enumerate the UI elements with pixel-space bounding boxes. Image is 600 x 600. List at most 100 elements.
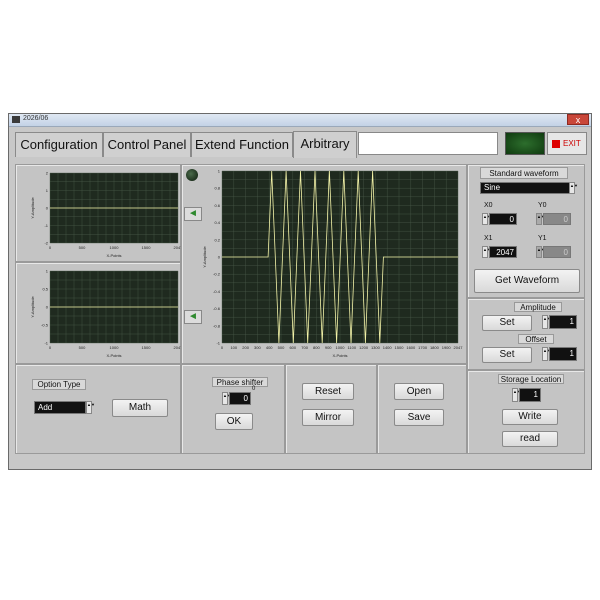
y-tick-label: -0.8 — [213, 323, 221, 328]
x-tick-label: 1100 — [347, 345, 356, 350]
standard-waveform-label: Standard waveform — [480, 167, 568, 179]
y-tick-label: 0 — [46, 305, 49, 310]
option-type-label: Option Type — [32, 379, 86, 390]
x-tick-label: 2047 — [454, 345, 464, 350]
storage-panel: Storage Location ▲▼ 1 Write read — [467, 370, 585, 454]
y-tick-label: -0.5 — [41, 323, 49, 328]
small-graph-bottom: 0 500 1000 1500 204710.50-0.5-1 X-Points Y-A… — [30, 269, 182, 359]
x-tick-label: 900 — [325, 345, 332, 350]
phase-spinner[interactable]: ▲▼ — [222, 392, 231, 405]
storage-spinner[interactable]: ▲▼ — [512, 388, 521, 402]
x-tick-label: 500 — [79, 345, 86, 350]
math-button[interactable]: Math — [112, 399, 168, 417]
phase-shifter-label: Phase shifter — [212, 377, 268, 387]
small-graph-top-panel: 0 500 1000 1500 2047 2 1 0 -1 -2 X-Points Y-Ampli… — [15, 164, 182, 262]
x-tick-label: 0 — [49, 345, 52, 350]
phase-shifter-panel: Phase shifter 0 ▲▼ 0 OK — [181, 364, 285, 454]
x-tick-label: 1400 — [383, 345, 393, 350]
amplitude-offset-panel: Amplitude Set ▲▼ 1 Offset Set ▲▼ 1 — [467, 298, 585, 370]
offset-label: Offset — [518, 334, 554, 344]
x-tick-label: 1500 — [142, 345, 152, 350]
y-tick-label: -0.4 — [213, 289, 221, 294]
x0-label: X0 — [484, 202, 493, 209]
tab-configuration[interactable]: Configuration — [15, 132, 103, 157]
option-type-select[interactable]: Add — [34, 401, 86, 414]
x-tick-label: 0 — [221, 345, 224, 350]
option-type-arrow[interactable]: ▲▼ — [86, 401, 95, 414]
indicator-led — [186, 169, 198, 181]
y-tick-label: 0.2 — [214, 237, 220, 242]
exit-button[interactable]: EXIT — [547, 132, 587, 155]
tab-arbitrary[interactable]: Arbitrary — [293, 131, 357, 158]
y-tick-label: 2 — [46, 171, 49, 176]
amplitude-label: Amplitude — [514, 302, 562, 312]
y1-field: 0 — [543, 246, 571, 258]
status-led — [505, 132, 545, 155]
main-waveform-graph: 0 100 200 300 400 500 600 700 800 900 1000 1100 1200… — [202, 169, 464, 359]
app-window: 2026/06 x Configuration Control Panel Ex… — [8, 113, 592, 470]
load-top-arrow-button[interactable]: ◄ — [184, 207, 202, 221]
phase-ok-button[interactable]: OK — [215, 413, 253, 430]
tab-extend-function[interactable]: Extend Function — [191, 132, 293, 157]
x0-field[interactable]: 0 — [489, 213, 517, 225]
y0-label: Y0 — [538, 202, 547, 209]
status-display — [358, 132, 498, 155]
arrow-left-icon: ◄ — [188, 311, 198, 322]
tab-bar: Configuration Control Panel Extend Funct… — [9, 127, 591, 158]
y-tick-label: -0.2 — [213, 272, 221, 277]
tab-control-panel[interactable]: Control Panel — [103, 132, 191, 157]
save-button[interactable]: Save — [394, 409, 444, 426]
amplitude-set-button[interactable]: Set — [482, 315, 532, 331]
x-tick-label: 100 — [230, 345, 237, 350]
y-tick-label: 0.6 — [214, 203, 220, 208]
reset-button[interactable]: Reset — [302, 383, 354, 400]
waveform-select-arrow[interactable]: ▲▼ — [569, 182, 578, 194]
x-tick-label: 1500 — [395, 345, 405, 350]
x-tick-label: 1000 — [336, 345, 346, 350]
edit-panel: Reset Mirror — [285, 364, 377, 454]
x-tick-label: 800 — [313, 345, 320, 350]
phase-field[interactable]: 0 — [229, 392, 251, 405]
x-tick-label: 1000 — [110, 245, 120, 250]
y-tick-label: 0 — [218, 255, 221, 260]
y1-label: Y1 — [538, 235, 547, 242]
y-axis-label: Y-Amplitude — [30, 197, 35, 219]
y-tick-label: 1 — [46, 188, 49, 193]
app-icon — [12, 116, 20, 123]
x1-label: X1 — [484, 235, 493, 242]
x-tick-label: 1300 — [371, 345, 381, 350]
get-waveform-button[interactable]: Get Waveform — [474, 269, 580, 293]
x-tick-label: 1600 — [406, 345, 416, 350]
amplitude-field[interactable]: 1 — [549, 315, 577, 329]
x1-field[interactable]: 2047 — [489, 246, 517, 258]
option-type-panel: Option Type Add ▲▼ Math — [15, 364, 181, 454]
x0-spinner[interactable]: ▲▼ — [482, 213, 491, 225]
offset-set-button[interactable]: Set — [482, 347, 532, 363]
x-tick-label: 1900 — [442, 345, 452, 350]
load-bottom-arrow-button[interactable]: ◄ — [184, 310, 202, 324]
write-button[interactable]: Write — [502, 409, 558, 425]
y-tick-label: 1 — [46, 269, 49, 274]
x-axis-label: X-Points — [332, 353, 347, 358]
y-tick-label: 0 — [46, 206, 49, 211]
window-title: 2026/06 — [23, 115, 49, 122]
x-axis-label: X-Points — [106, 353, 121, 358]
mirror-button[interactable]: Mirror — [302, 409, 354, 426]
open-button[interactable]: Open — [394, 383, 444, 400]
storage-location-field[interactable]: 1 — [519, 388, 541, 402]
waveform-select[interactable]: Sine — [480, 182, 570, 194]
x-tick-label: 600 — [289, 345, 296, 350]
close-window-button[interactable]: x — [567, 114, 589, 125]
offset-spinner[interactable]: ▲▼ — [542, 347, 551, 361]
offset-field[interactable]: 1 — [549, 347, 577, 361]
amplitude-spinner[interactable]: ▲▼ — [542, 315, 551, 329]
y0-field: 0 — [543, 213, 571, 225]
x-tick-label: 500 — [79, 245, 86, 250]
read-button[interactable]: read — [502, 431, 558, 447]
y-tick-label: 0.4 — [214, 220, 220, 225]
file-panel: Open Save — [377, 364, 467, 454]
degree-unit: 0 — [252, 386, 256, 392]
storage-location-label: Storage Location — [498, 374, 564, 384]
x1-spinner[interactable]: ▲▼ — [482, 246, 491, 258]
y-tick-label: 1 — [218, 169, 221, 174]
